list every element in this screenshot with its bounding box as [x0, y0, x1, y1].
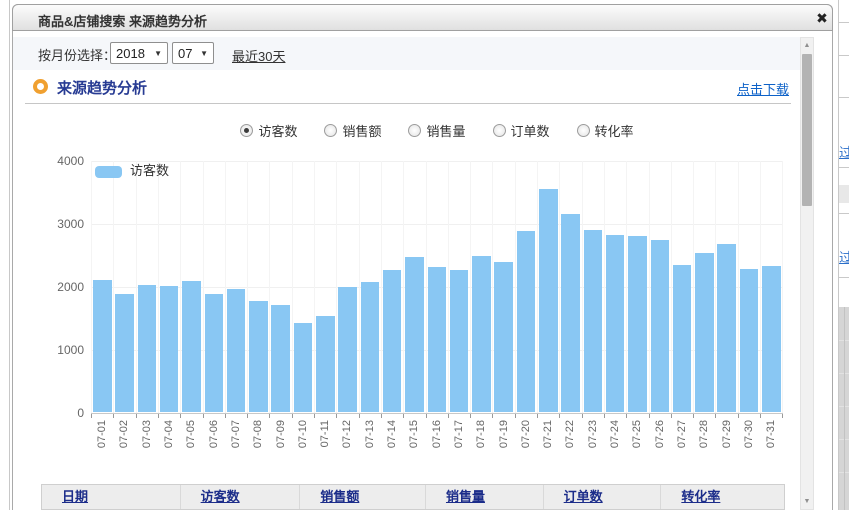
background-partial-link[interactable]: 过: [839, 247, 849, 266]
data-table-header-row: 日期访客数销售额销售量订单数转化率: [41, 484, 785, 510]
metric-option-label: 订单数: [511, 121, 550, 140]
chevron-down-icon: ▼: [154, 49, 162, 58]
column-header-4[interactable]: 订单数: [544, 485, 662, 509]
dialog-title: 商品&店铺搜索 来源趋势分析: [38, 11, 207, 30]
column-header-2[interactable]: 销售额: [300, 485, 426, 509]
column-header-0[interactable]: 日期: [42, 485, 181, 509]
metric-option-1[interactable]: 销售额: [324, 121, 381, 140]
year-select-value: 2018: [116, 46, 145, 61]
metric-option-label: 销售量: [426, 121, 465, 140]
scroll-down-icon[interactable]: ▼: [801, 498, 813, 505]
metric-option-label: 销售额: [342, 121, 381, 140]
metric-option-label: 转化率: [595, 121, 634, 140]
orange-ring-icon: [33, 79, 48, 94]
chart-legend[interactable]: 访客数: [95, 160, 169, 179]
x-axis-line: [91, 413, 783, 414]
radio-selected-icon[interactable]: [240, 124, 253, 137]
background-grid-line: [839, 213, 849, 214]
scroll-up-icon[interactable]: ▲: [801, 42, 813, 49]
vertical-scrollbar[interactable]: ▲ ▼: [800, 37, 814, 510]
close-icon[interactable]: ✖: [812, 8, 832, 28]
metric-option-2[interactable]: 销售量: [408, 121, 465, 140]
background-page-right-strip: 过 过: [838, 0, 849, 510]
legend-label: 访客数: [130, 160, 169, 179]
legend-swatch: [95, 166, 122, 178]
background-gray-panel: [839, 307, 849, 510]
background-grid-line: [839, 55, 849, 56]
column-header-5[interactable]: 转化率: [661, 485, 784, 509]
background-partial-link[interactable]: 过: [839, 142, 849, 161]
metric-radio-group: 访客数 销售额 销售量 订单数 转化率: [91, 120, 783, 140]
radio-icon[interactable]: [324, 124, 337, 137]
background-page-left-edge: [9, 0, 10, 510]
month-select-label: 按月份选择：: [38, 45, 116, 64]
download-link[interactable]: 点击下载: [737, 79, 789, 98]
background-row-band: [839, 185, 849, 203]
month-select[interactable]: 07 ▼: [172, 42, 214, 64]
radio-icon[interactable]: [577, 124, 590, 137]
recent-30-days-link[interactable]: 最近30天: [232, 46, 285, 65]
column-header-3[interactable]: 销售量: [426, 485, 544, 509]
metric-option-4[interactable]: 转化率: [577, 121, 634, 140]
background-grid-line: [844, 307, 845, 510]
metric-option-0[interactable]: 访客数: [240, 121, 297, 140]
year-select[interactable]: 2018 ▼: [110, 42, 168, 64]
metric-option-3[interactable]: 订单数: [493, 121, 550, 140]
background-grid-line: [839, 167, 849, 168]
scrollbar-thumb[interactable]: [802, 54, 812, 206]
background-grid-line: [839, 277, 849, 278]
column-header-1[interactable]: 访客数: [181, 485, 301, 509]
section-title: 来源趋势分析: [57, 77, 147, 98]
section-divider: [25, 103, 791, 104]
chevron-down-icon: ▼: [200, 49, 208, 58]
background-grid-line: [839, 22, 849, 23]
metric-option-label: 访客数: [258, 121, 297, 140]
radio-icon[interactable]: [408, 124, 421, 137]
background-grid-line: [839, 97, 849, 98]
radio-icon[interactable]: [493, 124, 506, 137]
month-select-value: 07: [178, 46, 192, 61]
